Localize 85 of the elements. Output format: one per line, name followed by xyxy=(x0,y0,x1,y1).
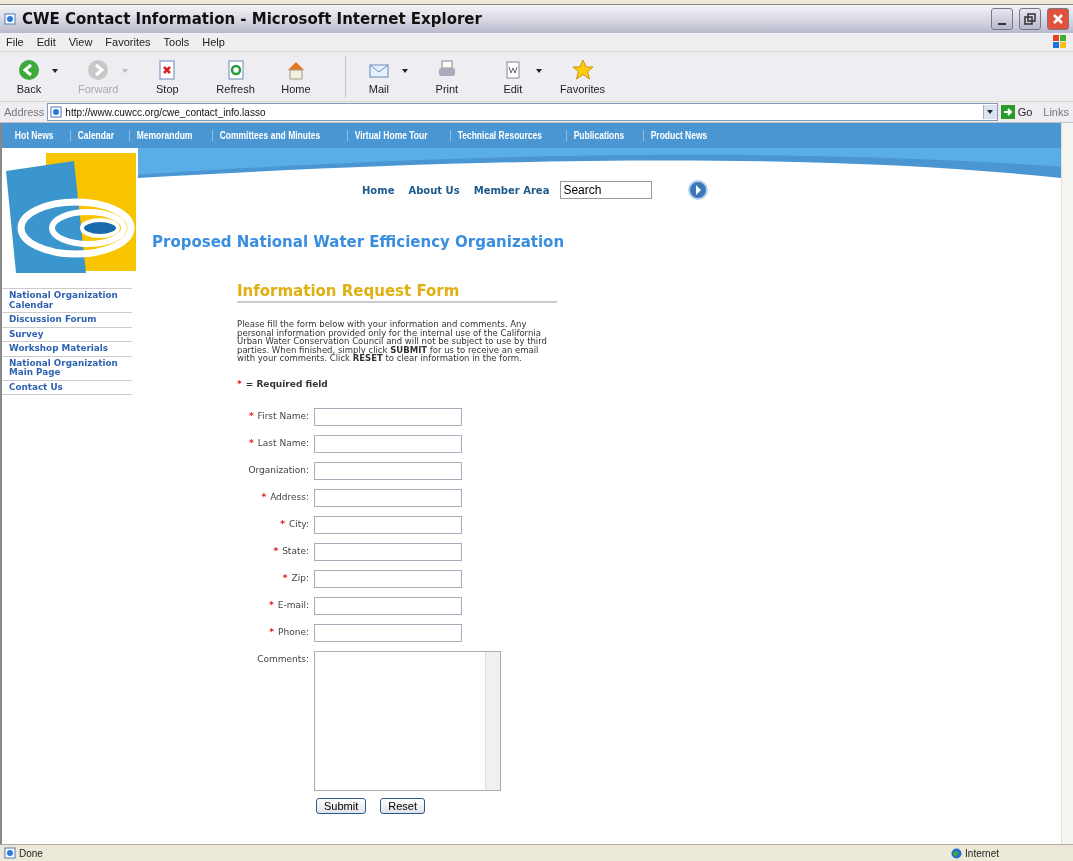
menu-item[interactable]: Tools xyxy=(163,36,190,48)
dropdown-button[interactable] xyxy=(982,105,997,119)
browser-page-icon xyxy=(4,847,16,859)
field-label: State: xyxy=(282,545,309,556)
close-button[interactable] xyxy=(1047,8,1069,30)
input-field[interactable] xyxy=(314,488,462,507)
browser-page-icon xyxy=(50,106,63,118)
sidebar-link[interactable]: Contact Us xyxy=(2,379,132,394)
form-title: Information Request Form xyxy=(237,282,557,303)
menu-item[interactable]: View xyxy=(68,36,93,48)
caret-icon xyxy=(987,110,994,114)
star-icon xyxy=(571,58,594,81)
input-field[interactable] xyxy=(314,542,462,561)
field-label: Last Name: xyxy=(257,437,309,448)
field-label: First Name: xyxy=(257,410,309,421)
required-asterisk: * xyxy=(249,437,254,448)
menu-item[interactable]: File xyxy=(6,36,24,48)
form-button[interactable]: Reset xyxy=(380,797,425,814)
field-label: E-mail: xyxy=(277,599,309,610)
menu-item[interactable]: Favorites xyxy=(105,36,151,48)
search-field[interactable]: Search xyxy=(560,181,653,199)
header-link[interactable]: Member Area xyxy=(473,184,550,196)
required-asterisk: * xyxy=(261,491,267,502)
close-icon xyxy=(1052,13,1064,25)
field-label: Phone: xyxy=(278,626,309,637)
form-button[interactable]: Submit xyxy=(316,797,367,814)
windows-logo-icon xyxy=(1053,35,1067,49)
toolbar-button[interactable]: Favorites xyxy=(559,58,606,95)
field-label: City: xyxy=(288,518,309,529)
arrow-icon xyxy=(1000,105,1015,119)
toolbar-button[interactable]: Stop xyxy=(148,58,187,95)
dropdown-caret-icon[interactable] xyxy=(401,68,408,73)
minimize-icon xyxy=(998,23,1006,25)
required-asterisk: * xyxy=(273,545,279,556)
toolbar-button[interactable]: Back xyxy=(10,58,48,95)
dropdown-caret-icon[interactable] xyxy=(52,68,58,73)
restore-icon xyxy=(1024,13,1036,25)
required-asterisk: * xyxy=(269,599,274,610)
globe-icon xyxy=(951,847,963,859)
field-label: Organization: xyxy=(248,464,309,475)
required-asterisk: * xyxy=(269,626,275,637)
required-asterisk: * xyxy=(282,572,288,583)
sidebar-link[interactable]: National Organization Main Page xyxy=(2,355,132,380)
logo-icon xyxy=(6,153,138,273)
input-field[interactable] xyxy=(314,407,462,426)
toolbar-button[interactable]: Home xyxy=(276,58,315,95)
field-label: Address: xyxy=(270,491,309,502)
window-title: CWE Contact Information - Microsoft Internet Explorer xyxy=(22,10,483,28)
go-button[interactable]: Go xyxy=(1000,105,1041,119)
dropdown-caret-icon[interactable] xyxy=(535,68,542,73)
required-note: = Required field xyxy=(245,378,328,389)
input-field[interactable] xyxy=(314,569,462,588)
browser-page-icon xyxy=(4,13,16,25)
toolbar-button[interactable]: Refresh xyxy=(216,58,255,95)
input-field[interactable] xyxy=(314,596,462,615)
input-field[interactable] xyxy=(314,434,462,453)
input-field[interactable] xyxy=(314,623,462,642)
security-zone-text: Internet xyxy=(965,847,999,859)
field-label: Comments: xyxy=(257,653,309,664)
address-label: Address xyxy=(4,106,45,118)
sidebar-link[interactable]: Discussion Forum xyxy=(2,312,132,327)
sidebar-link[interactable]: Workshop Materials xyxy=(2,341,132,356)
status-text: Done xyxy=(19,847,43,859)
toolbar-button[interactable]: Mail xyxy=(359,58,398,95)
menu-item[interactable]: Help xyxy=(202,36,225,48)
input-field[interactable] xyxy=(314,461,462,480)
instructions-text: Please fill the form below with your information and comments. Any personal information provided only for the internal use of the California Urban Water Conservation Council and will not be subject to use by third parties. When finished, simply click SUBMIT for us to receive an email with your comments. Click RESET to clear information in the form. xyxy=(237,320,548,363)
required-asterisk: * xyxy=(248,410,254,421)
comments-field[interactable] xyxy=(314,650,501,791)
toolbar-button[interactable]: Edit xyxy=(493,58,532,95)
required-asterisk: * xyxy=(280,518,285,529)
required-asterisk: * xyxy=(237,378,242,389)
minimize-button[interactable] xyxy=(991,8,1013,30)
toolbar-button[interactable]: Print xyxy=(427,58,466,95)
menu-item[interactable]: Edit xyxy=(36,36,56,48)
header-link[interactable]: About Us xyxy=(408,184,460,196)
site-title: Proposed National Water Efficiency Organization xyxy=(152,233,566,251)
address-field[interactable]: http://www.cuwcc.org/cwe_contact_info.lasso xyxy=(47,103,998,121)
field-label: Zip: xyxy=(291,572,309,583)
header-link[interactable]: Home xyxy=(362,184,395,196)
sidebar-link[interactable]: Survey xyxy=(2,326,132,341)
restore-button[interactable] xyxy=(1019,8,1041,30)
input-field[interactable] xyxy=(314,515,462,534)
links-label[interactable]: Links xyxy=(1043,106,1069,118)
sidebar-link[interactable]: National Organization Calendar xyxy=(2,288,132,312)
